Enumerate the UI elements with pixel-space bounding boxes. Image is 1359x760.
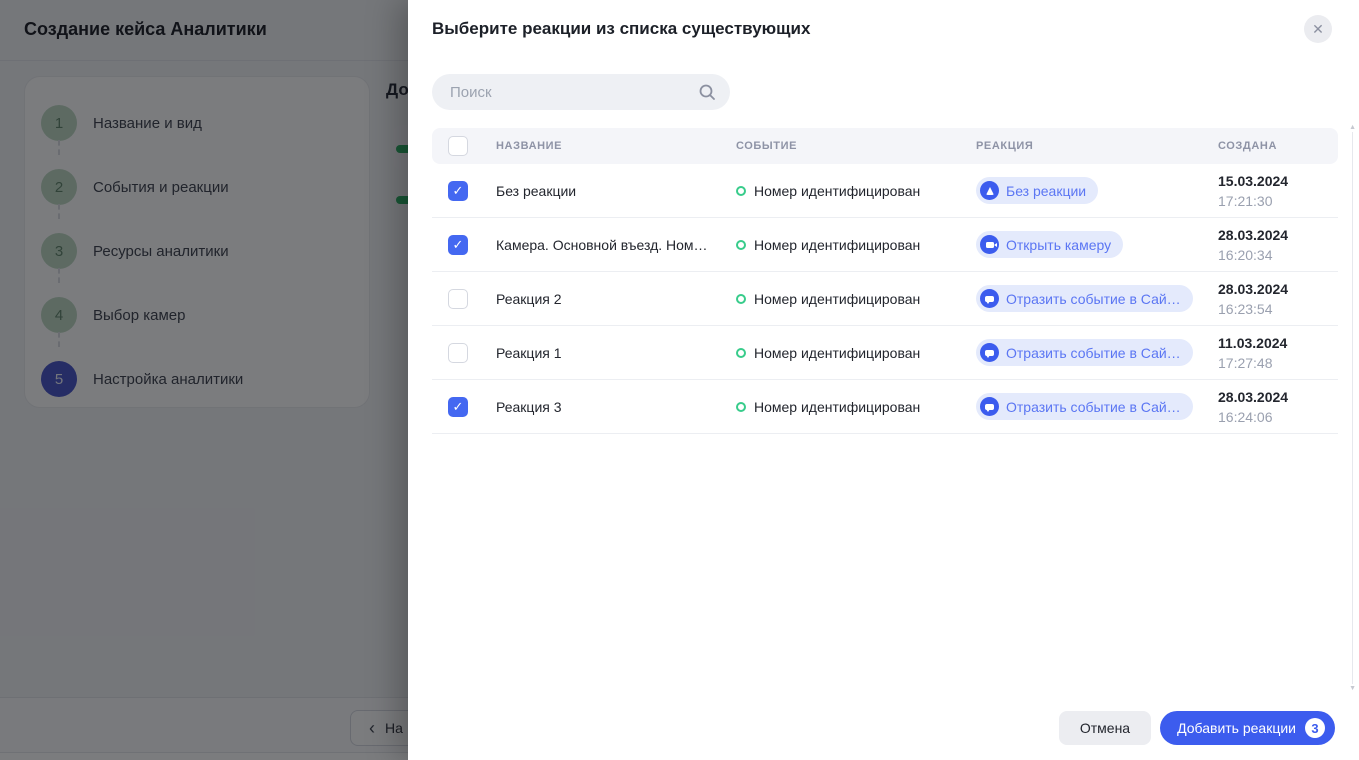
created-cell: 15.03.202417:21:30 xyxy=(1218,171,1338,211)
reaction-badge: Открыть камеру xyxy=(976,231,1123,258)
reaction-badge-label: Без реакции xyxy=(1006,183,1086,199)
chat-icon xyxy=(980,343,999,362)
table-row[interactable]: ✓ Реакция 2 Номер идентифицирован Отрази… xyxy=(432,272,1338,326)
event-label: Номер идентифицирован xyxy=(754,237,920,253)
created-time: 16:20:34 xyxy=(1218,245,1338,265)
created-date: 15.03.2024 xyxy=(1218,171,1338,191)
table-row[interactable]: ✓ Без реакции Номер идентифицирован Без … xyxy=(432,164,1338,218)
reaction-name: Реакция 2 xyxy=(496,291,736,307)
select-all-checkbox[interactable]: ✓ xyxy=(448,136,468,156)
table-row[interactable]: ✓ Камера. Основной въезд. Ном… Номер иде… xyxy=(432,218,1338,272)
column-header-reaction: РЕАКЦИЯ xyxy=(976,140,1218,152)
reaction-badge-label: Отразить событие в Сай… xyxy=(1006,345,1181,361)
reaction-badge: Отразить событие в Сай… xyxy=(976,339,1193,366)
close-button[interactable]: ✕ xyxy=(1304,15,1332,43)
created-date: 11.03.2024 xyxy=(1218,333,1338,353)
created-time: 17:27:48 xyxy=(1218,353,1338,373)
created-time: 16:23:54 xyxy=(1218,299,1338,319)
event-status-icon xyxy=(736,240,746,250)
event-status-icon xyxy=(736,294,746,304)
check-icon: ✓ xyxy=(453,184,464,197)
created-date: 28.03.2024 xyxy=(1218,387,1338,407)
alert-icon xyxy=(980,181,999,200)
close-icon: ✕ xyxy=(1312,21,1324,38)
search-input[interactable] xyxy=(450,84,698,101)
event-label: Номер идентифицирован xyxy=(754,399,920,415)
event-status-icon xyxy=(736,402,746,412)
row-checkbox[interactable]: ✓ xyxy=(448,343,468,363)
table-row[interactable]: ✓ Реакция 3 Номер идентифицирован Отрази… xyxy=(432,380,1338,434)
selected-count-badge: 3 xyxy=(1305,718,1325,738)
select-reactions-modal: Выберите реакции из списка существующих … xyxy=(408,0,1359,760)
check-icon: ✓ xyxy=(453,238,464,251)
reaction-badge-label: Отразить событие в Сай… xyxy=(1006,399,1181,415)
reaction-badge: Отразить событие в Сай… xyxy=(976,393,1193,420)
created-date: 28.03.2024 xyxy=(1218,279,1338,299)
table-header-row: ✓ НАЗВАНИЕ СОБЫТИЕ РЕАКЦИЯ СОЗДАНА xyxy=(432,128,1338,164)
search-box xyxy=(432,74,730,110)
event-cell: Номер идентифицирован xyxy=(736,399,976,415)
row-checkbox[interactable]: ✓ xyxy=(448,289,468,309)
created-time: 16:24:06 xyxy=(1218,407,1338,427)
created-time: 17:21:30 xyxy=(1218,191,1338,211)
camera-icon xyxy=(980,235,999,254)
reaction-name: Реакция 1 xyxy=(496,345,736,361)
event-label: Номер идентифицирован xyxy=(754,291,920,307)
reaction-badge: Без реакции xyxy=(976,177,1098,204)
add-reactions-button[interactable]: Добавить реакции 3 xyxy=(1160,711,1335,745)
created-cell: 28.03.202416:23:54 xyxy=(1218,279,1338,319)
chat-icon xyxy=(980,289,999,308)
scroll-up-icon[interactable]: ▲ xyxy=(1349,124,1356,131)
scroll-down-icon[interactable]: ▼ xyxy=(1349,685,1356,692)
column-header-event: СОБЫТИЕ xyxy=(736,140,976,152)
reaction-badge-label: Отразить событие в Сай… xyxy=(1006,291,1181,307)
reaction-name: Реакция 3 xyxy=(496,399,736,415)
reaction-badge-label: Открыть камеру xyxy=(1006,237,1111,253)
cancel-button[interactable]: Отмена xyxy=(1059,711,1151,745)
created-cell: 28.03.202416:24:06 xyxy=(1218,387,1338,427)
event-status-icon xyxy=(736,348,746,358)
reaction-badge: Отразить событие в Сай… xyxy=(976,285,1193,312)
table-row[interactable]: ✓ Реакция 1 Номер идентифицирован Отрази… xyxy=(432,326,1338,380)
event-cell: Номер идентифицирован xyxy=(736,237,976,253)
created-date: 28.03.2024 xyxy=(1218,225,1338,245)
created-cell: 28.03.202416:20:34 xyxy=(1218,225,1338,265)
reactions-table: ✓ НАЗВАНИЕ СОБЫТИЕ РЕАКЦИЯ СОЗДАНА ✓ Без… xyxy=(432,128,1338,434)
row-checkbox[interactable]: ✓ xyxy=(448,397,468,417)
row-checkbox[interactable]: ✓ xyxy=(448,235,468,255)
modal-footer: Отмена Добавить реакции 3 xyxy=(1059,711,1335,745)
event-cell: Номер идентифицирован xyxy=(736,291,976,307)
created-cell: 11.03.202417:27:48 xyxy=(1218,333,1338,373)
event-status-icon xyxy=(736,186,746,196)
event-label: Номер идентифицирован xyxy=(754,183,920,199)
modal-title: Выберите реакции из списка существующих xyxy=(432,19,810,39)
screen: Создание кейса Аналитики 1 Название и ви… xyxy=(0,0,1359,760)
reaction-name: Без реакции xyxy=(496,183,736,199)
chat-icon xyxy=(980,397,999,416)
column-header-created: СОЗДАНА xyxy=(1218,140,1338,152)
event-cell: Номер идентифицирован xyxy=(736,345,976,361)
check-icon: ✓ xyxy=(453,400,464,413)
event-label: Номер идентифицирован xyxy=(754,345,920,361)
scrollbar[interactable]: ▲ ▼ xyxy=(1347,124,1357,692)
column-header-name: НАЗВАНИЕ xyxy=(496,140,736,152)
row-checkbox[interactable]: ✓ xyxy=(448,181,468,201)
add-reactions-label: Добавить реакции xyxy=(1177,720,1296,736)
event-cell: Номер идентифицирован xyxy=(736,183,976,199)
search-icon[interactable] xyxy=(698,83,716,101)
reaction-name: Камера. Основной въезд. Ном… xyxy=(496,237,736,253)
